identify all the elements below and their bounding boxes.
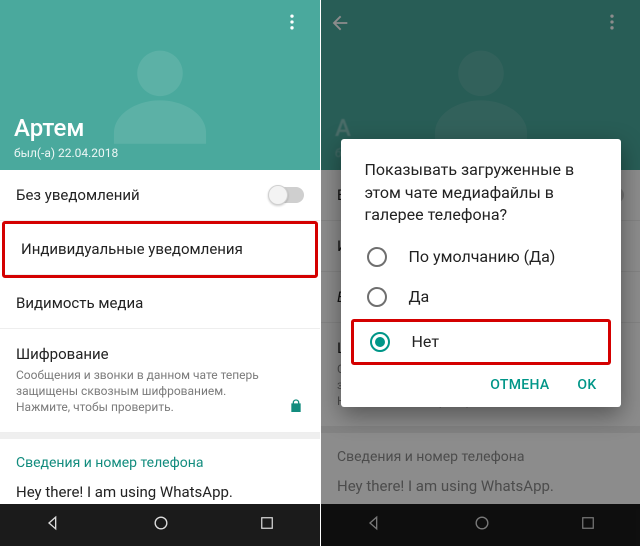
phone-right: А б Без уведомлений Индивидуальные уведо… [320,0,640,546]
overflow-menu-icon[interactable] [276,6,308,42]
option-default[interactable]: По умолчанию (Да) [345,237,617,277]
option-no-label: Нет [412,332,440,351]
row-media-visibility-label: Видимость медиа [16,294,143,312]
contact-header: Артем был(-а) 22.04.2018 [0,0,320,170]
dialog-actions: ОТМЕНА OK [345,367,617,399]
phone-left: Артем был(-а) 22.04.2018 Без уведомлений… [0,0,320,546]
radio-checked-icon [370,332,390,352]
option-yes-label: Да [409,287,430,306]
media-visibility-dialog: Показывать загруженные в этом чате медиа… [341,139,621,406]
row-custom-notifications[interactable]: Индивидуальные уведомления [5,224,315,275]
row-encryption[interactable]: Шифрование Сообщения и звонки в данном ч… [0,329,320,433]
radio-unchecked-icon [367,247,387,267]
contact-last-seen: был(-а) 22.04.2018 [14,146,118,160]
section-about-label: Сведения и номер телефона [0,433,320,479]
nav-home-icon[interactable] [151,513,171,537]
contact-name: Артем [14,114,84,142]
option-no[interactable]: Нет [354,322,608,362]
android-navbar [0,504,320,546]
ok-button[interactable]: OK [577,377,596,393]
dialog-title: Показывать загруженные в этом чате медиа… [345,159,617,236]
dialog-overlay[interactable]: Показывать загруженные в этом чате медиа… [321,0,640,546]
lock-icon [288,398,304,418]
row-media-visibility[interactable]: Видимость медиа [0,278,320,329]
row-mute-label: Без уведомлений [16,186,140,204]
row-custom-notifications-label: Индивидуальные уведомления [21,240,243,258]
highlight-option-no: Нет [351,319,611,365]
row-encryption-title: Шифрование [16,345,304,363]
radio-unchecked-icon [367,287,387,307]
row-encryption-sub: Сообщения и звонки в данном чате теперь … [16,367,304,416]
settings-list: Без уведомлений Индивидуальные уведомлен… [0,170,320,504]
cancel-button[interactable]: ОТМЕНА [490,377,549,393]
row-mute[interactable]: Без уведомлений [0,170,320,221]
mute-toggle[interactable] [270,187,304,203]
status-text: Hey there! I am using WhatsApp. [0,479,320,504]
highlight-custom-notifications: Индивидуальные уведомления [2,221,318,278]
nav-back-icon[interactable] [44,513,64,537]
nav-recents-icon[interactable] [258,514,276,536]
option-yes[interactable]: Да [345,277,617,317]
option-default-label: По умолчанию (Да) [409,247,556,266]
